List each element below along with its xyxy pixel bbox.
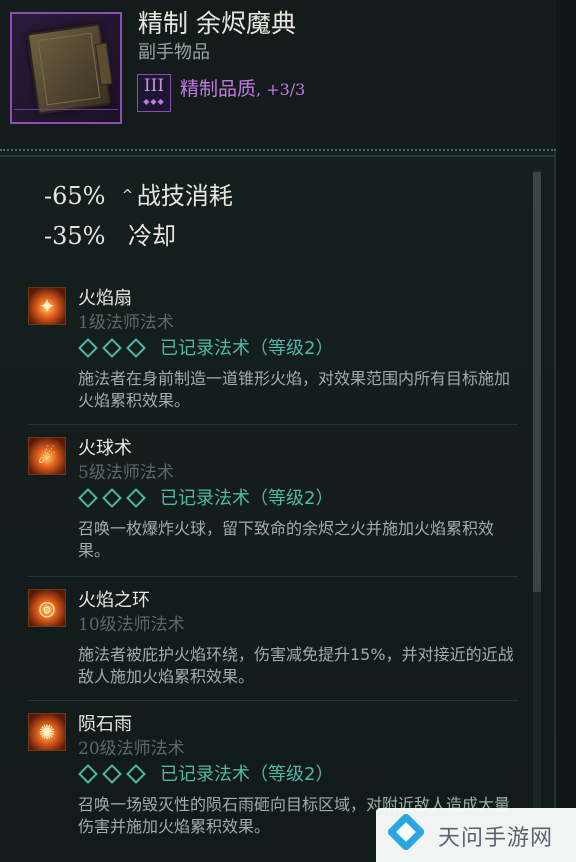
recorded-spell: 已记录法术（等级2） xyxy=(78,484,333,510)
recorded-label: 已记录法术（等级2） xyxy=(160,764,334,785)
stat-caret: ^ xyxy=(122,188,133,203)
skill-description: 施法者在身前制造一道锥形火焰，对效果范围内所有目标施加火焰累积效果。 xyxy=(78,369,511,410)
item-tooltip: 精制 余烬魔典 副手物品 III ◆◆◆ 精制品质, +3/3 -65% ^ 战技消… xyxy=(0,0,556,862)
recorded-label: 已记录法术（等级2） xyxy=(160,338,334,359)
diamond-empty-icon xyxy=(126,488,146,508)
stat-label: 冷却 xyxy=(128,222,176,250)
skill-divider xyxy=(28,576,518,577)
diamond-filled-icon xyxy=(78,338,98,358)
watermark-logo-icon xyxy=(386,812,426,854)
diamond-filled-icon xyxy=(102,338,122,358)
ring-of-fire-icon: ◎ xyxy=(28,589,66,627)
skill-name: 陨石雨 xyxy=(78,714,132,735)
skill-name: 火球术 xyxy=(78,438,132,459)
skill-entry[interactable]: ◎ 火焰之环 10级法师法术 施法者被庇护火焰环绕，伤害减免提升15%，并对接近… xyxy=(28,586,518,696)
skill-entry[interactable]: ✦ 火焰扇 1级法师法术 已记录法术（等级2） 施法者在身前制造一道锥形火焰，对… xyxy=(28,284,518,414)
stat-value: -35% xyxy=(44,222,106,250)
stat-value: -65% xyxy=(44,182,106,210)
stat-label: 战技消耗 xyxy=(136,182,233,210)
skill-level: 20级法师法术 xyxy=(78,739,185,759)
grimoire-icon xyxy=(26,23,112,115)
skill-entry[interactable]: ☄ 火球术 5级法师法术 已记录法术（等级2） 召唤一枚爆炸火球，留下致命的余烬… xyxy=(28,434,518,564)
diamond-filled-icon xyxy=(102,488,122,508)
tier-pips-icon: ◆◆◆ xyxy=(143,97,165,106)
fire-fan-icon: ✦ xyxy=(28,287,66,325)
skill-description: 召唤一枚爆炸火球，留下致命的余烬之火并施加火焰累积效果。 xyxy=(78,519,495,560)
skill-name: 火焰之环 xyxy=(78,590,150,611)
skill-divider xyxy=(28,700,518,701)
diamond-empty-icon xyxy=(126,764,146,784)
scrollbar-thumb[interactable] xyxy=(533,172,541,592)
stat-list: -65% ^ 战技消耗 -35% 冷却 xyxy=(44,178,233,258)
header-divider xyxy=(0,146,556,160)
fireball-icon: ☄ xyxy=(28,437,66,475)
recorded-spell: 已记录法术（等级2） xyxy=(78,334,333,360)
diamond-filled-icon xyxy=(102,764,122,784)
skill-level: 5级法师法术 xyxy=(78,463,174,483)
quality-line: 精制品质, +3/3 xyxy=(180,74,305,101)
stat-row: -35% 冷却 xyxy=(44,218,233,258)
watermark-text: 天问手游网 xyxy=(438,826,554,851)
quality-label: 精制品质 xyxy=(180,78,257,100)
tier-number: III xyxy=(143,76,165,96)
skill-level: 1级法师法术 xyxy=(78,313,174,333)
skill-description: 施法者被庇护火焰环绕，伤害减免提升15%，并对接近的近战敌人施加火焰累积效果。 xyxy=(78,645,514,686)
quality-value: , +3/3 xyxy=(256,80,306,99)
recorded-spell: 已记录法术（等级2） xyxy=(78,760,333,786)
tooltip-header: 精制 余烬魔典 副手物品 III ◆◆◆ 精制品质, +3/3 xyxy=(0,0,556,152)
diamond-filled-icon xyxy=(78,488,98,508)
item-type: 副手物品 xyxy=(138,42,210,63)
site-watermark: 天问手游网 xyxy=(376,808,576,862)
diamond-empty-icon xyxy=(126,338,146,358)
skill-divider xyxy=(28,424,518,425)
meteor-shower-icon: ✺ xyxy=(28,713,66,751)
item-title: 精制 余烬魔典 xyxy=(138,9,296,38)
recorded-label: 已记录法术（等级2） xyxy=(160,488,334,509)
skill-name: 火焰扇 xyxy=(78,288,132,309)
stat-row: -65% ^ 战技消耗 xyxy=(44,178,233,218)
diamond-filled-icon xyxy=(78,764,98,784)
skill-level: 10级法师法术 xyxy=(78,615,185,635)
tier-badge: III ◆◆◆ xyxy=(137,74,171,112)
item-icon-frame xyxy=(10,12,122,124)
